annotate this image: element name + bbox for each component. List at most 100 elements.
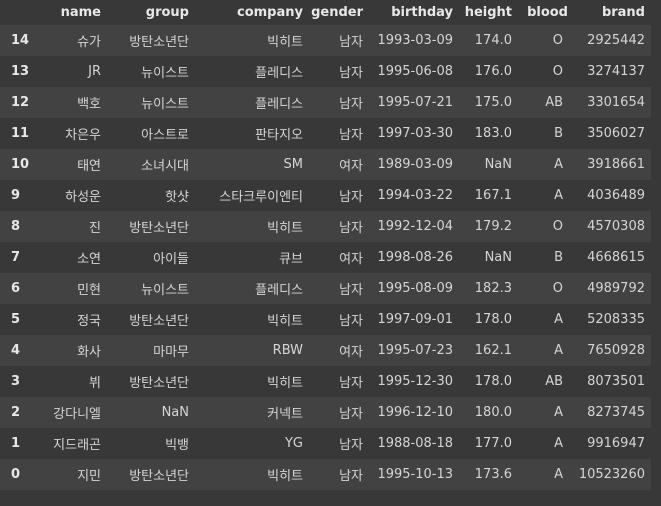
cell-blood: A [554,343,563,358]
row-index: 13 [11,64,30,79]
cell-group: 뉴이스트 [141,97,189,112]
cell-gender: 남자 [339,35,363,50]
row-index: 5 [11,312,21,327]
table-row: 1 지드래곤 빅뱅 YG 남자 1988-08-18 177.0 A 9916947 [0,428,651,459]
cell-birthday: 1993-03-09 [377,33,453,48]
cell-company: 빅히트 [267,221,303,236]
cell-name: 뷔 [89,376,101,391]
cell-gender: 남자 [339,407,363,422]
row-index: 9 [11,188,21,203]
cell-company: 플레디스 [255,97,303,112]
cell-group: 소녀시대 [141,159,189,174]
cell-name: 하성운 [65,190,101,205]
cell-blood: B [554,250,563,265]
table-row: 0 지민 방탄소년단 빅히트 남자 1995-10-13 173.6 A 10523260 [0,459,651,490]
cell-height: 180.0 [474,405,512,420]
header-row: name group company gender birthday heigh… [0,0,651,25]
cell-height: 178.0 [474,312,512,327]
cell-name: 슈가 [77,35,101,50]
cell-name: 정국 [77,314,101,329]
dataframe-table: name group company gender birthday heigh… [0,0,651,490]
cell-brand: 3918661 [587,157,645,172]
row-index: 8 [11,219,21,234]
cell-name: 차은우 [65,128,101,143]
cell-gender: 남자 [339,97,363,112]
table-row: 7 소연 아이들 큐브 여자 1998-08-26 NaN B 4668615 [0,242,651,273]
cell-gender: 여자 [339,252,363,267]
cell-birthday: 1995-10-13 [377,467,453,482]
cell-company: 빅히트 [267,314,303,329]
cell-birthday: 1996-12-10 [377,405,453,420]
cell-height: 176.0 [474,64,512,79]
cell-gender: 남자 [339,190,363,205]
cell-name: 지민 [77,469,101,484]
cell-group: 아스트로 [141,128,189,143]
cell-name: 태연 [77,159,101,174]
cell-birthday: 1994-03-22 [377,188,453,203]
cell-name: 진 [89,221,101,236]
cell-gender: 남자 [339,376,363,391]
cell-name: 강다니엘 [53,407,101,422]
cell-brand: 9916947 [587,436,645,451]
row-index: 7 [11,250,21,265]
cell-name: 화사 [77,345,101,360]
row-index: 14 [11,33,30,48]
row-index: 12 [11,95,30,110]
cell-height: 179.2 [474,219,512,234]
cell-company: RBW [272,343,303,358]
cell-gender: 남자 [339,283,363,298]
cell-name: 소연 [77,252,101,267]
cell-height: 173.6 [474,467,512,482]
table-row: 2 강다니엘 NaN 커넥트 남자 1996-12-10 180.0 A 8273745 [0,397,651,428]
cell-group: 마마무 [153,345,189,360]
table-body: 14 슈가 방탄소년단 빅히트 남자 1993-03-09 174.0 O 2925442 13 J… [0,25,651,490]
cell-height: 178.0 [474,374,512,389]
cell-gender: 남자 [339,314,363,329]
table-row: 4 화사 마마무 RBW 여자 1995-07-23 162.1 A 7650928 [0,335,651,366]
row-index: 1 [11,436,21,451]
cell-birthday: 1997-09-01 [377,312,453,327]
cell-brand: 8273745 [587,405,645,420]
table-row: 14 슈가 방탄소년단 빅히트 남자 1993-03-09 174.0 O 2925442 [0,25,651,56]
cell-blood: AB [545,374,563,389]
table-row: 11 차은우 아스트로 판타지오 남자 1997-03-30 183.0 B 3506027 [0,118,651,149]
cell-birthday: 1997-03-30 [377,126,453,141]
column-header-gender: gender [309,0,369,25]
cell-birthday: 1988-08-18 [377,436,453,451]
cell-name: 민현 [77,283,101,298]
column-header-group: group [107,0,195,25]
cell-company: 판타지오 [255,128,303,143]
cell-brand: 3274137 [587,64,645,79]
cell-company: 스타크루이엔티 [219,190,303,205]
cell-height: NaN [484,157,512,172]
index-header [0,0,44,25]
cell-gender: 남자 [339,221,363,236]
cell-group: 방탄소년단 [129,35,189,50]
table-row: 9 하성운 핫샷 스타크루이엔티 남자 1994-03-22 167.1 A 4036489 [0,180,651,211]
cell-blood: O [552,219,563,234]
row-index: 6 [11,281,21,296]
cell-height: 177.0 [474,436,512,451]
cell-height: 182.3 [474,281,512,296]
cell-group: 방탄소년단 [129,221,189,236]
table-row: 13 JR 뉴이스트 플레디스 남자 1995-06-08 176.0 O 3274137 [0,56,651,87]
cell-birthday: 1995-07-21 [377,95,453,110]
cell-brand: 4570308 [587,219,645,234]
table-row: 12 백호 뉴이스트 플레디스 남자 1995-07-21 175.0 AB 3301654 [0,87,651,118]
cell-birthday: 1989-03-09 [377,157,453,172]
cell-height: 174.0 [474,33,512,48]
cell-name: 백호 [77,97,101,112]
cell-blood: AB [545,95,563,110]
row-index: 4 [11,343,21,358]
cell-group: 아이들 [153,252,189,267]
cell-brand: 5208335 [587,312,645,327]
row-index: 11 [11,126,30,141]
cell-blood: A [554,405,563,420]
cell-name: JR [88,64,101,79]
cell-birthday: 1992-12-04 [377,219,453,234]
cell-birthday: 1995-12-30 [377,374,453,389]
column-header-brand: brand [574,0,651,25]
cell-gender: 남자 [339,469,363,484]
cell-birthday: 1998-08-26 [377,250,453,265]
cell-group: 뉴이스트 [141,283,189,298]
